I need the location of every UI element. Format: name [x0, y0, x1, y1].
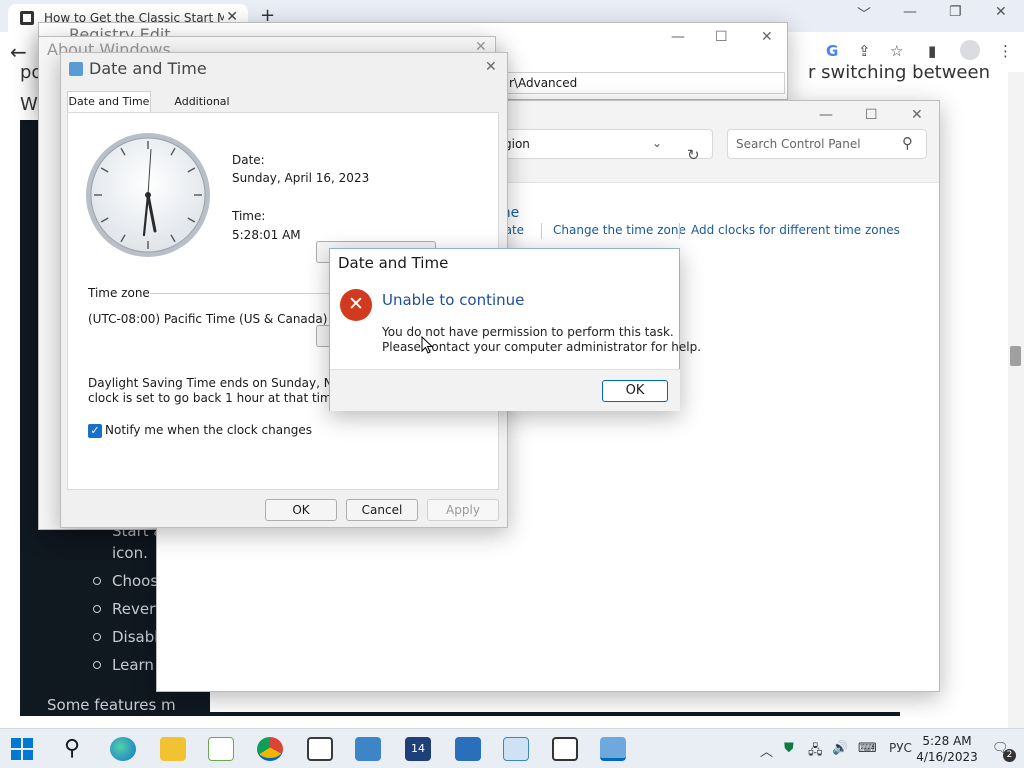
refresh-icon[interactable]: ↻ [687, 146, 700, 164]
share-icon[interactable]: ⇪ [858, 42, 871, 60]
notify-checkbox[interactable]: ✓ [88, 424, 102, 438]
performance-monitor-icon[interactable] [503, 737, 529, 761]
timezone-value: (UTC-08:00) Pacific Time (US & Canada) [88, 312, 328, 326]
keyboard-icon[interactable]: ⌨ [858, 741, 877, 756]
side-panel-icon[interactable]: ▮ [928, 42, 936, 60]
google-icon[interactable]: G [826, 42, 838, 60]
time-label: Time: [232, 209, 266, 223]
minimize-button[interactable]: — [819, 107, 833, 123]
list-item: Choos [112, 572, 159, 590]
list-item: Disabl [112, 628, 159, 646]
clock-date: 4/16/2023 [916, 750, 978, 764]
divider [541, 223, 542, 239]
language-indicator[interactable]: РУС [889, 741, 912, 755]
divider [679, 223, 680, 239]
ok-button[interactable]: OK [602, 380, 668, 402]
error-icon: ✕ [340, 289, 372, 321]
reader-app-icon[interactable] [307, 737, 333, 761]
clock-time: 5:28 AM [922, 734, 972, 748]
bullet-icon [93, 577, 101, 585]
maximize-button[interactable]: ☐ [865, 107, 878, 123]
maximize-button[interactable]: ☐ [715, 29, 728, 45]
windows-14-icon[interactable]: 14 [405, 737, 431, 761]
dst-notice: clock is set to go back 1 hour at that t… [88, 391, 343, 405]
restore-button[interactable]: ❐ [949, 4, 962, 20]
minimize-button[interactable]: — [903, 4, 917, 20]
tab-search-icon[interactable]: ﹀ [857, 4, 871, 24]
close-browser-button[interactable]: ✕ [995, 4, 1007, 20]
bullet-icon [93, 661, 101, 669]
chevron-down-icon[interactable]: ⌄ [652, 136, 662, 150]
mouse-cursor-icon [421, 336, 433, 354]
notepad-chart-icon[interactable] [208, 737, 234, 761]
tab-additional-clocks[interactable]: Additional Clocks [157, 93, 247, 126]
tab-date-and-time[interactable]: Date and Time [67, 91, 151, 113]
taskbar-clock[interactable]: 5:28 AM 4/16/2023 [912, 733, 982, 765]
article-text: W [20, 94, 38, 115]
date-time-app-icon [69, 62, 83, 76]
profile-avatar-icon[interactable] [960, 40, 980, 60]
window-app-icon[interactable] [552, 737, 578, 761]
timezone-label: Time zone [88, 286, 150, 300]
close-button[interactable]: ✕ [761, 29, 773, 45]
date-time-app-icon[interactable] [600, 737, 626, 761]
edge-browser-icon[interactable] [110, 737, 136, 761]
change-time-zone-link[interactable]: Change the time zone [553, 223, 686, 237]
bullet-icon [93, 633, 101, 641]
apply-button[interactable]: Apply [427, 499, 499, 521]
bookmark-star-icon[interactable]: ☆ [890, 42, 903, 60]
analog-clock-icon [86, 133, 210, 257]
dialog-footer: OK [330, 369, 680, 411]
search-placeholder: Search Control Panel [736, 137, 861, 151]
dialog-title: Date and Time [338, 254, 449, 272]
address-bar[interactable]: r\Advanced [505, 72, 785, 94]
chrome-browser-icon[interactable] [257, 737, 283, 761]
article-text: r switching between [808, 62, 990, 83]
taskbar: ⚲ 14 ︿ ⛊ 🖧 🔊 ⌨ РУС 5:28 AM 4/16/2023 🗨 2 [0, 728, 1024, 768]
close-button[interactable]: ✕ [485, 59, 497, 75]
search-icon[interactable]: ⚲ [902, 134, 913, 152]
notify-label: Notify me when the clock changes [105, 423, 312, 437]
ok-button[interactable]: OK [265, 499, 337, 521]
chevron-up-icon[interactable]: ︿ [760, 741, 773, 760]
dst-notice: Daylight Saving Time ends on Sunday, Nov… [88, 376, 367, 390]
search-input[interactable]: Search Control Panel ⚲ [727, 129, 927, 159]
error-dialog: Date and Time ✕ Unable to continue You d… [329, 248, 701, 411]
date-value: Sunday, April 16, 2023 [232, 171, 370, 185]
minimize-button[interactable]: — [671, 29, 685, 45]
cancel-button[interactable]: Cancel [346, 499, 418, 521]
network-icon[interactable]: 🖧 [808, 741, 823, 763]
time-value: 5:28:01 AM [232, 228, 301, 242]
date-label: Date: [232, 153, 265, 167]
page-scrollbar[interactable] [1008, 72, 1024, 728]
address-text: r\Advanced [509, 76, 578, 90]
volume-icon[interactable]: 🔊 [832, 741, 848, 756]
file-explorer-icon[interactable] [160, 737, 186, 761]
start-button[interactable] [10, 737, 36, 761]
list-item: icon. [112, 544, 148, 562]
divider [20, 712, 900, 716]
security-shield-icon[interactable]: ⛊ [784, 741, 794, 756]
site-favicon-icon [20, 11, 34, 25]
menu-dots-icon[interactable]: ⋮ [998, 42, 1013, 60]
close-button[interactable]: ✕ [911, 107, 923, 123]
list-item: Revert [112, 600, 162, 618]
error-heading: Unable to continue [382, 291, 525, 309]
add-clocks-link[interactable]: Add clocks for different time zones [691, 223, 900, 237]
back-arrow-icon[interactable]: ← [10, 40, 27, 64]
dialog-title: Date and Time [89, 59, 207, 78]
notification-badge: 2 [1003, 749, 1016, 762]
network-app-icon[interactable] [455, 737, 481, 761]
control-panel-icon[interactable] [355, 737, 381, 761]
list-item: Learn [112, 656, 154, 674]
scrollbar-thumb[interactable] [1010, 346, 1021, 366]
search-icon[interactable]: ⚲ [59, 737, 85, 761]
bullet-icon [93, 605, 101, 613]
address-bar[interactable]: gion ⌄ [497, 129, 713, 159]
